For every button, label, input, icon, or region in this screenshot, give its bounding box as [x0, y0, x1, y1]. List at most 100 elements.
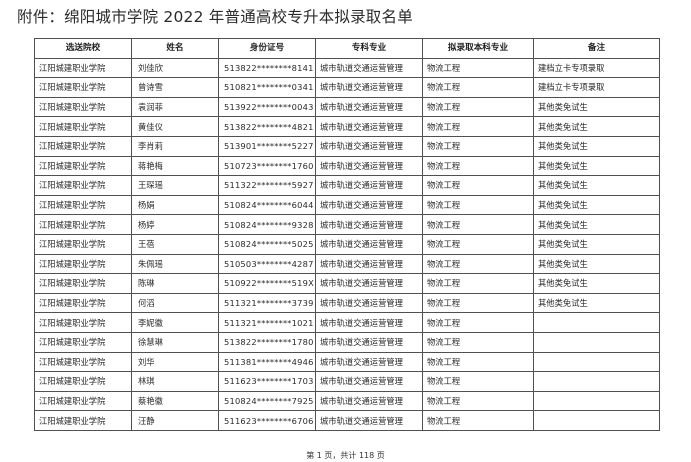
cell-school: 江阳城建职业学院 [34, 116, 132, 137]
table-body: 江阳城建职业学院 刘佳欣 513822********8141 城市轨道交通运营管理物… [34, 57, 660, 431]
column-header-remarks: 备注 [533, 38, 660, 59]
admission-table: 选送院校 姓名 身份证号 专科专业 拟录取本科专业 备注 江阳城建职业学院 刘佳欣… [34, 38, 660, 431]
cell-admitted-major: 物流工程 [422, 194, 534, 216]
cell-id-number: 510821********0341 [218, 77, 316, 98]
cell-remarks: 其他类免试生 [533, 253, 660, 275]
cell-school: 江阳城建职业学院 [34, 312, 132, 333]
cell-name: 刘华 [131, 351, 219, 373]
cell-college-major: 城市轨道交通运营管理 [315, 371, 423, 392]
cell-id-number: 510922********519X [218, 273, 316, 294]
cell-college-major: 城市轨道交通运营管理 [315, 77, 423, 98]
cell-name: 王蓓 [131, 233, 219, 255]
cell-name: 黄佳仪 [131, 116, 219, 137]
cell-school: 江阳城建职业学院 [34, 292, 132, 314]
cell-college-major: 城市轨道交通运营管理 [315, 214, 423, 235]
cell-name: 林琪 [131, 371, 219, 392]
cell-college-major: 城市轨道交通运营管理 [315, 135, 423, 157]
cell-school: 江阳城建职业学院 [34, 57, 132, 79]
cell-college-major: 城市轨道交通运营管理 [315, 410, 423, 431]
cell-admitted-major: 物流工程 [422, 135, 534, 157]
table-row: 江阳城建职业学院 陈琳 510922********519X 城市轨道交通运营管理 物流… [34, 273, 660, 294]
cell-id-number: 510503********4287 [218, 253, 316, 275]
page-footer: 第 1 页，共计 118 页 [306, 451, 385, 460]
cell-id-number: 513922********0043 [218, 96, 316, 118]
table-row: 江阳城建职业学院 徐慧琳 513822********1780 城市轨道交通运营管理物… [34, 331, 660, 353]
cell-id-number: 511623********6706 [218, 410, 316, 431]
cell-name: 陈琳 [131, 273, 219, 294]
cell-remarks: 其他类免试生 [533, 214, 660, 235]
cell-school: 江阳城建职业学院 [34, 253, 132, 275]
cell-school: 江阳城建职业学院 [34, 390, 132, 412]
cell-school: 江阳城建职业学院 [34, 410, 132, 431]
cell-school: 江阳城建职业学院 [34, 351, 132, 373]
header-row: 选送院校 姓名 身份证号 专科专业 拟录取本科专业 备注 [34, 38, 660, 59]
cell-admitted-major: 物流工程 [422, 96, 534, 118]
cell-id-number: 510824********6044 [218, 194, 316, 216]
cell-admitted-major: 物流工程 [422, 116, 534, 137]
column-header-name: 姓名 [131, 38, 219, 59]
cell-admitted-major: 物流工程 [422, 371, 534, 392]
cell-college-major: 城市轨道交通运营管理 [315, 312, 423, 333]
cell-remarks: 其他类免试生 [533, 194, 660, 216]
cell-id-number: 510723********1760 [218, 155, 316, 177]
cell-id-number: 511321********1021 [218, 312, 316, 333]
table-row: 江阳城建职业学院 蔡艳徽 510824********7925 城市轨道交通运营管理物… [34, 390, 660, 412]
cell-name: 汪静 [131, 410, 219, 431]
table-row: 江阳城建职业学院 汪静 511623********6706 城市轨道交通运营管理 物流… [34, 410, 660, 431]
cell-name: 朱佩瑶 [131, 253, 219, 275]
cell-name: 刘佳欣 [131, 57, 219, 79]
cell-school: 江阳城建职业学院 [34, 155, 132, 177]
table-row: 江阳城建职业学院 杨婷 510824********9328 城市轨道交通运营管理 物流… [34, 214, 660, 235]
cell-name: 曾诗雪 [131, 77, 219, 98]
cell-id-number: 511381********4946 [218, 351, 316, 373]
cell-college-major: 城市轨道交通运营管理 [315, 96, 423, 118]
table-row: 江阳城建职业学院 李肖莉 513901********5227 城市轨道交通运营管理物… [34, 135, 660, 157]
cell-remarks [533, 390, 660, 412]
table-row: 江阳城建职业学院 杨娟 510824********6044 城市轨道交通运营管理 物流… [34, 194, 660, 216]
cell-id-number: 513822********1780 [218, 331, 316, 353]
cell-college-major: 城市轨道交通运营管理 [315, 175, 423, 196]
table-row: 江阳城建职业学院 曾诗雪 510821********0341 城市轨道交通运营管理物… [34, 77, 660, 98]
cell-college-major: 城市轨道交通运营管理 [315, 233, 423, 255]
cell-college-major: 城市轨道交通运营管理 [315, 292, 423, 314]
column-header-school: 选送院校 [34, 38, 132, 59]
cell-name: 蔡艳徽 [131, 390, 219, 412]
cell-id-number: 510824********5025 [218, 233, 316, 255]
cell-remarks [533, 351, 660, 373]
table-row: 江阳城建职业学院 朱佩瑶 510503********4287 城市轨道交通运营管理物… [34, 253, 660, 275]
cell-remarks: 其他类免试生 [533, 96, 660, 118]
cell-id-number: 511322********5927 [218, 175, 316, 196]
cell-remarks: 其他类免试生 [533, 233, 660, 255]
cell-school: 江阳城建职业学院 [34, 175, 132, 196]
cell-name: 王琛瑶 [131, 175, 219, 196]
table-header: 选送院校 姓名 身份证号 专科专业 拟录取本科专业 备注 [34, 38, 660, 59]
cell-college-major: 城市轨道交通运营管理 [315, 331, 423, 353]
table-row: 江阳城建职业学院 刘华 511381********4946 城市轨道交通运营管理 物流… [34, 351, 660, 373]
table-row: 江阳城建职业学院 王琛瑶 511322********5927 城市轨道交通运营管理物… [34, 175, 660, 196]
table-row: 江阳城建职业学院 蒋艳梅 510723********1760 城市轨道交通运营管理物… [34, 155, 660, 177]
table-row: 江阳城建职业学院 王蓓 510824********5025 城市轨道交通运营管理 物流… [34, 233, 660, 255]
cell-admitted-major: 物流工程 [422, 273, 534, 294]
cell-id-number: 510824********7925 [218, 390, 316, 412]
cell-admitted-major: 物流工程 [422, 390, 534, 412]
cell-name: 杨婷 [131, 214, 219, 235]
column-header-admitted-major: 拟录取本科专业 [422, 38, 534, 59]
cell-remarks: 其他类免试生 [533, 175, 660, 196]
cell-admitted-major: 物流工程 [422, 292, 534, 314]
cell-remarks: 建档立卡专项录取 [533, 77, 660, 98]
cell-admitted-major: 物流工程 [422, 77, 534, 98]
cell-remarks [533, 410, 660, 431]
cell-remarks: 建档立卡专项录取 [533, 57, 660, 79]
cell-remarks [533, 331, 660, 353]
page-title: 附件：绵阳城市学院 2022 年普通高校专升本拟录取名单 [17, 8, 413, 26]
cell-name: 李肖莉 [131, 135, 219, 157]
cell-admitted-major: 物流工程 [422, 155, 534, 177]
cell-school: 江阳城建职业学院 [34, 194, 132, 216]
cell-school: 江阳城建职业学院 [34, 233, 132, 255]
cell-school: 江阳城建职业学院 [34, 331, 132, 353]
table-row: 江阳城建职业学院 何滔 511321********3739 城市轨道交通运营管理 物流… [34, 292, 660, 314]
cell-remarks: 其他类免试生 [533, 273, 660, 294]
cell-admitted-major: 物流工程 [422, 175, 534, 196]
cell-name: 李妮徽 [131, 312, 219, 333]
cell-college-major: 城市轨道交通运营管理 [315, 155, 423, 177]
